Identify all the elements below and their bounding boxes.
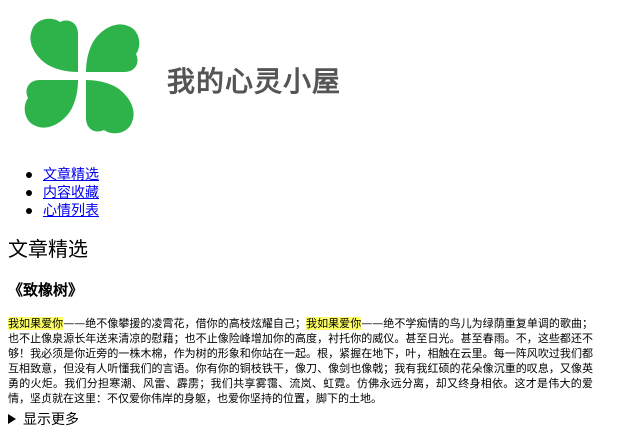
bullet-icon [26,172,32,178]
article-title: 《致橡树》 [8,281,84,299]
highlight-phrase: 我如果爱你 [8,317,64,330]
nav-link-articles[interactable]: 文章精选 [43,167,99,183]
section-title: 文章精选 [8,237,88,261]
article-body: 我如果爱你——绝不像攀援的凌霄花，借你的高枝炫耀自己；我如果爱你——绝不学痴情的… [8,316,593,406]
nav-link-moods[interactable]: 心情列表 [43,203,99,219]
nav-item-moods: 心情列表 [24,202,99,220]
bullet-icon [26,190,32,196]
nav-item-favorites: 内容收藏 [24,184,99,202]
site-header: 我的心灵小屋 [22,16,622,138]
triangle-right-icon [8,414,16,424]
nav-item-articles: 文章精选 [24,166,99,184]
article-text: ——绝不像攀援的凌霄花，借你的高枝炫耀自己； [63,317,307,330]
bullet-icon [26,208,32,214]
nav-link-favorites[interactable]: 内容收藏 [43,185,99,201]
main-nav: 文章精选 内容收藏 心情列表 [24,166,99,220]
show-more-label: 显示更多 [23,412,79,428]
show-more-toggle[interactable]: 显示更多 [8,411,79,429]
highlight-phrase: 我如果爱你 [306,317,362,330]
clover-icon [24,18,140,134]
site-title: 我的心灵小屋 [167,65,342,98]
article-text: ——绝不学痴情的鸟儿为绿荫重复单调的歌曲；也不止像泉源长年送来清凉的慰藉；也不止… [8,317,594,405]
